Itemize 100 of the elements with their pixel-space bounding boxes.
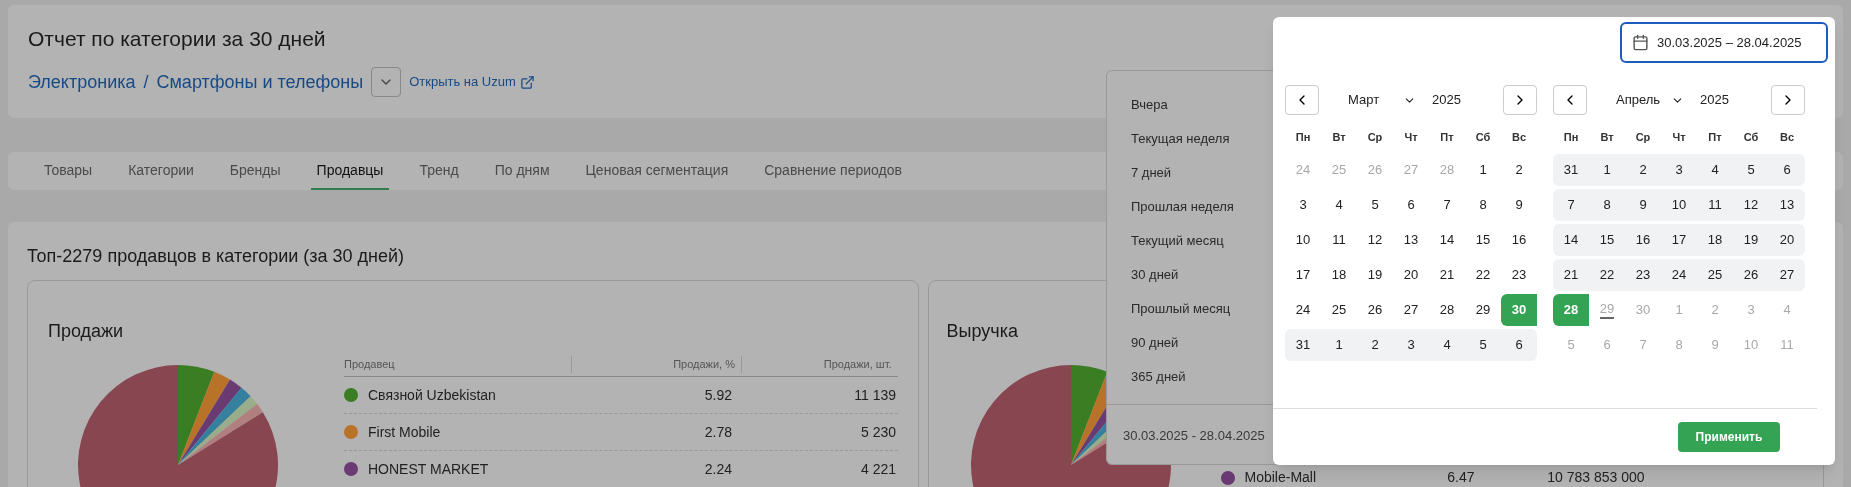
seller-name: Mobile-Mall [1244, 468, 1318, 487]
calendar-day[interactable]: 3 [1285, 189, 1321, 221]
calendar-day[interactable]: 24 [1661, 259, 1697, 291]
calendar-day[interactable]: 8 [1589, 189, 1625, 221]
tab[interactable]: Сравнение периодов [758, 152, 908, 190]
card-title: Продажи [48, 320, 124, 343]
calendar-day[interactable]: 26 [1733, 259, 1769, 291]
calendar-day[interactable]: 31 [1285, 329, 1321, 361]
weekday-label: Вт [1599, 129, 1615, 145]
calendar-day[interactable]: 1 [1589, 154, 1625, 186]
year-select[interactable]: 2025 [1700, 90, 1750, 110]
tab[interactable]: Тренд [413, 152, 465, 190]
calendar-day[interactable]: 3 [1661, 154, 1697, 186]
calendar-day[interactable]: 10 [1661, 189, 1697, 221]
previous-month-button[interactable] [1553, 85, 1587, 115]
calendar-day[interactable]: 4 [1429, 329, 1465, 361]
tab[interactable]: Товары [38, 152, 99, 190]
calendar-day[interactable]: 21 [1553, 259, 1589, 291]
share-value: 5.92 [703, 385, 732, 405]
calendar-day[interactable]: 27 [1769, 259, 1805, 291]
calendar-day[interactable]: 17 [1661, 224, 1697, 256]
share-value: 6.47 [1446, 468, 1475, 487]
calendar-day[interactable]: 4 [1697, 154, 1733, 186]
calendar-day[interactable]: 21 [1429, 259, 1465, 291]
calendar-day[interactable]: 8 [1465, 189, 1501, 221]
previous-month-button[interactable] [1285, 85, 1319, 115]
breadcrumb-separator: / [143, 70, 149, 94]
sales-value: 4 221 [859, 459, 896, 479]
breadcrumb-link[interactable]: Смартфоны и телефоны [156, 68, 364, 96]
weekday-label: Пт [1707, 129, 1723, 145]
calendar-day[interactable]: 18 [1697, 224, 1733, 256]
calendar-day[interactable]: 6 [1769, 154, 1805, 186]
calendar-day[interactable]: 3 [1393, 329, 1429, 361]
calendar-day[interactable]: 5 [1733, 154, 1769, 186]
calendar-day[interactable]: 2 [1625, 154, 1661, 186]
calendar-day[interactable]: 13 [1769, 189, 1805, 221]
calendar-day[interactable]: 9 [1501, 189, 1537, 221]
calendar-day[interactable]: 28 [1429, 294, 1465, 326]
calendar-day[interactable]: 1 [1465, 154, 1501, 186]
open-link[interactable]: Открыть на Uzum [409, 72, 535, 92]
breadcrumb-link[interactable]: Электроника [28, 68, 136, 96]
column-header: Продавец [344, 356, 572, 373]
tab[interactable]: Ценовая сегментация [579, 152, 735, 190]
calendar-day[interactable]: 31 [1553, 154, 1589, 186]
next-month-button[interactable] [1771, 85, 1805, 115]
tab[interactable]: Категории [122, 152, 200, 190]
calendar-day[interactable]: 2 [1501, 154, 1537, 186]
calendar-day[interactable]: 9 [1625, 189, 1661, 221]
calendar-day[interactable]: 20 [1769, 224, 1805, 256]
month-select[interactable]: Апрель [1608, 90, 1692, 110]
calendar-day[interactable]: 22 [1589, 259, 1625, 291]
calendar-day[interactable]: 23 [1501, 259, 1537, 291]
calendar-day[interactable]: 23 [1625, 259, 1661, 291]
calendar-day[interactable]: 20 [1393, 259, 1429, 291]
tab[interactable]: Бренды [223, 152, 287, 190]
calendar-day[interactable]: 11 [1321, 224, 1357, 256]
calendar-day[interactable]: 22 [1465, 259, 1501, 291]
calendar-day[interactable]: 16 [1625, 224, 1661, 256]
calendar-day[interactable]: 5 [1357, 189, 1393, 221]
page-title: Отчет по категории за 30 дней [28, 26, 326, 52]
calendar-day[interactable]: 6 [1501, 329, 1537, 361]
calendar-day[interactable]: 26 [1357, 294, 1393, 326]
calendar-day[interactable]: 15 [1465, 224, 1501, 256]
calendar-day[interactable]: 10 [1285, 224, 1321, 256]
dropdown-button[interactable] [371, 67, 402, 97]
calendar-day[interactable]: 17 [1285, 259, 1321, 291]
calendar-day[interactable]: 14 [1553, 224, 1589, 256]
calendar-day[interactable]: 14 [1429, 224, 1465, 256]
calendar-day[interactable]: 4 [1321, 189, 1357, 221]
year-select[interactable]: 2025 [1432, 90, 1482, 110]
calendar-day[interactable]: 16 [1501, 224, 1537, 256]
tab[interactable]: По дням [488, 152, 556, 190]
weekday-label: Пн [1562, 129, 1580, 145]
calendar-day[interactable]: 13 [1393, 224, 1429, 256]
calendar-day[interactable]: 2 [1357, 329, 1393, 361]
calendar-day[interactable]: 5 [1465, 329, 1501, 361]
calendar-day[interactable]: 11 [1697, 189, 1733, 221]
calendar-day[interactable]: 27 [1393, 294, 1429, 326]
next-month-button[interactable] [1503, 85, 1537, 115]
calendar-day[interactable]: 1 [1321, 329, 1357, 361]
calendar-day[interactable]: 7 [1429, 189, 1465, 221]
weekday-label: Чт [1403, 129, 1419, 145]
calendar-day[interactable]: 12 [1357, 224, 1393, 256]
tab[interactable]: Продавцы [310, 152, 390, 190]
seller-name: First Mobile [368, 422, 442, 442]
calendar-day[interactable]: 25 [1321, 294, 1357, 326]
weekday-label: Чт [1671, 129, 1687, 145]
calendar-day[interactable]: 19 [1733, 224, 1769, 256]
calendar-day[interactable]: 6 [1393, 189, 1429, 221]
calendar-day[interactable]: 7 [1553, 189, 1589, 221]
calendar-day[interactable]: 24 [1285, 294, 1321, 326]
month-select[interactable]: Март [1340, 90, 1424, 110]
calendar-day[interactable]: 18 [1321, 259, 1357, 291]
calendar-day[interactable]: 15 [1589, 224, 1625, 256]
calendar-day[interactable]: 25 [1697, 259, 1733, 291]
calendar-day[interactable]: 29 [1465, 294, 1501, 326]
calendar-day[interactable]: 19 [1357, 259, 1393, 291]
calendar-day[interactable]: 12 [1733, 189, 1769, 221]
date-range-input[interactable]: 30.03.2025 – 28.04.2025 [1620, 22, 1828, 63]
external-link-icon [519, 74, 535, 90]
